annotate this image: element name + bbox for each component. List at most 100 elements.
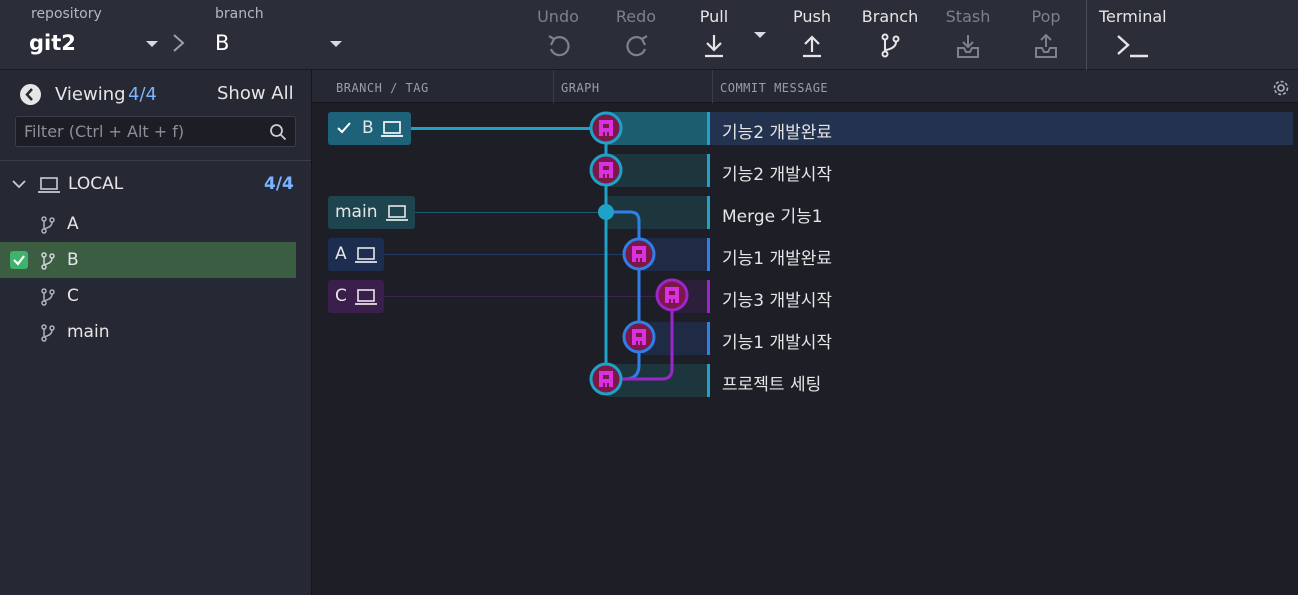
filter-box	[15, 116, 296, 147]
repository-label: repository	[31, 6, 102, 22]
branch-dropdown-icon[interactable]	[330, 41, 342, 47]
lane-line	[606, 210, 641, 381]
redo-button[interactable]: Redo	[600, 0, 672, 70]
laptop-icon	[355, 289, 377, 305]
commit-row[interactable]: main Merge 기능1	[312, 196, 1298, 238]
panel-divider	[0, 160, 311, 161]
commit-row[interactable]: 프로젝트 세팅	[312, 364, 1298, 406]
terminal-icon	[1117, 35, 1148, 58]
undo-button[interactable]: Undo	[522, 0, 594, 70]
toolbar-separator	[1086, 0, 1087, 70]
commit-message: 기능1 개발완료	[722, 249, 833, 269]
column-divider[interactable]	[712, 70, 713, 103]
column-commit-message[interactable]: COMMIT MESSAGE	[720, 81, 828, 95]
commit-message: 기능2 개발시작	[722, 165, 833, 185]
commit-message: 프로젝트 세팅	[722, 375, 822, 395]
gear-icon[interactable]	[1272, 79, 1290, 97]
pop-icon	[1035, 33, 1057, 58]
branch-item-b[interactable]: B	[0, 242, 296, 278]
repository-selector[interactable]: git2	[29, 31, 76, 55]
tag-connector	[410, 212, 610, 213]
branch-item-a[interactable]: A	[0, 206, 296, 242]
laptop-icon	[355, 247, 377, 263]
branch-item-main[interactable]: main	[0, 314, 296, 350]
commit-node[interactable]	[655, 278, 689, 312]
undo-icon	[548, 35, 570, 57]
branch-tag-a[interactable]: A	[328, 238, 384, 271]
branch-icon	[41, 288, 55, 306]
commit-node[interactable]	[589, 153, 623, 187]
viewing-row: Viewing 4/4 Show All	[20, 82, 300, 108]
stash-label: Stash	[945, 7, 991, 26]
branch-button-label: Branch	[861, 7, 919, 26]
column-divider[interactable]	[553, 70, 554, 103]
undo-label: Undo	[537, 7, 579, 26]
local-section-header[interactable]: LOCAL 4/4	[0, 170, 311, 198]
commit-node[interactable]	[589, 111, 623, 145]
branch-tag-c[interactable]: C	[328, 280, 384, 313]
commit-message: 기능1 개발시작	[722, 333, 833, 353]
branch-tag-main[interactable]: main	[328, 196, 415, 229]
branch-icon	[41, 324, 55, 342]
commit-row[interactable]: C 기능3 개발시작	[312, 280, 1298, 322]
terminal-button[interactable]: Terminal	[1097, 0, 1173, 70]
chevron-down-icon[interactable]	[11, 178, 27, 190]
toolbar: repository git2 branch B Undo Redo Pull …	[0, 0, 1298, 70]
branch-tag-label: B	[362, 118, 374, 138]
branch-tag-label: C	[335, 286, 347, 306]
show-all-button[interactable]: Show All	[217, 83, 294, 104]
laptop-icon	[386, 205, 408, 221]
column-graph[interactable]: GRAPH	[561, 81, 600, 95]
branch-item-label: main	[67, 322, 110, 342]
branch-tag-label: A	[335, 244, 347, 264]
filter-input[interactable]	[24, 122, 264, 141]
commit-row[interactable]: B 기능2 개발완료	[312, 112, 1298, 154]
left-panel: Viewing 4/4 Show All LOCAL 4/4 A	[0, 70, 312, 595]
branch-tag-b[interactable]: B	[328, 112, 411, 145]
viewing-label: Viewing	[55, 84, 126, 105]
commit-graph	[589, 111, 689, 396]
stash-button[interactable]: Stash	[932, 0, 1004, 70]
search-icon[interactable]	[269, 123, 287, 141]
branch-icon	[41, 216, 55, 234]
chevron-right-icon	[173, 34, 185, 52]
pull-icon	[705, 35, 723, 58]
commit-row[interactable]: 기능2 개발시작	[312, 154, 1298, 196]
branch-icon	[41, 252, 55, 270]
column-branch-tag[interactable]: BRANCH / TAG	[336, 81, 429, 95]
repository-dropdown-icon[interactable]	[146, 41, 158, 47]
back-icon[interactable]	[20, 84, 41, 105]
branch-selector[interactable]: B	[215, 31, 229, 55]
branch-item-label: C	[67, 286, 79, 306]
commit-node[interactable]	[622, 237, 656, 271]
branch-item-label: A	[67, 214, 79, 234]
checkmark-icon	[10, 251, 28, 269]
stash-icon	[957, 35, 979, 58]
terminal-label: Terminal	[1099, 7, 1167, 26]
checkmark-icon	[337, 122, 351, 134]
push-label: Push	[793, 7, 831, 26]
pop-button[interactable]: Pop	[1010, 0, 1082, 70]
laptop-icon	[38, 177, 60, 193]
commit-node[interactable]	[589, 362, 623, 396]
branch-item-label: B	[67, 250, 79, 270]
pop-label: Pop	[1031, 7, 1061, 26]
push-button[interactable]: Push	[776, 0, 848, 70]
commit-graph-panel: BRANCH / TAG GRAPH COMMIT MESSAGE B 기능2 …	[312, 70, 1298, 595]
local-count: 4/4	[264, 174, 294, 194]
branch-label: branch	[215, 6, 264, 22]
branch-button[interactable]: Branch	[854, 0, 926, 70]
redo-label: Redo	[615, 7, 657, 26]
branch-icon	[881, 33, 900, 58]
commit-node[interactable]	[622, 320, 656, 354]
column-header: BRANCH / TAG GRAPH COMMIT MESSAGE	[312, 70, 1298, 103]
pull-button[interactable]: Pull	[678, 0, 750, 70]
tag-connector	[410, 127, 610, 130]
commit-row[interactable]: A 기능1 개발완료	[312, 238, 1298, 280]
pull-options-icon[interactable]	[754, 32, 766, 38]
branch-item-c[interactable]: C	[0, 278, 296, 314]
merge-node[interactable]	[598, 204, 614, 220]
commit-message: 기능2 개발완료	[722, 123, 833, 143]
commit-message: Merge 기능1	[722, 207, 823, 227]
commit-row[interactable]: 기능1 개발시작	[312, 322, 1298, 364]
